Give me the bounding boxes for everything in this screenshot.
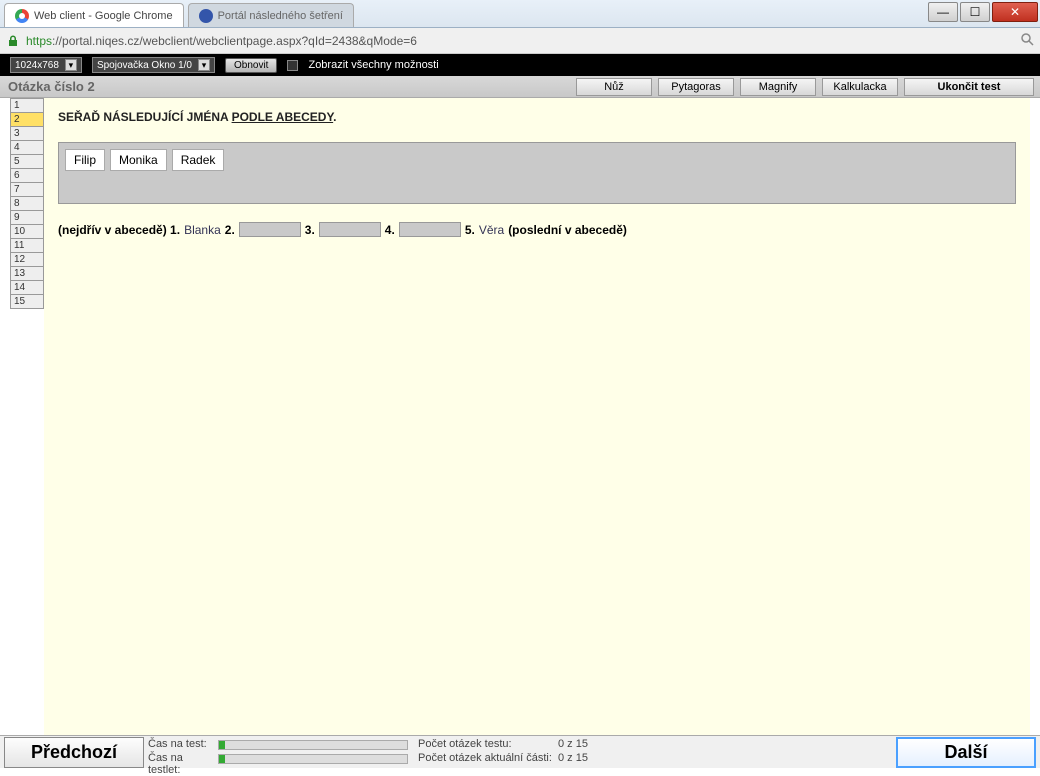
url-text[interactable]: https://portal.niqes.cz/webclient/webcli… xyxy=(26,34,417,48)
footer-bar: Předchozí Čas na test: Počet otázek test… xyxy=(0,735,1040,768)
question-nav-item[interactable]: 6 xyxy=(11,169,44,183)
name-chip[interactable]: Radek xyxy=(172,149,225,171)
question-nav-item[interactable]: 13 xyxy=(11,267,44,281)
window-select[interactable]: Spojovačka Okno 1/0 ▾ xyxy=(92,57,215,73)
window-select-value: Spojovačka Okno 1/0 xyxy=(97,60,192,71)
instruction-text: SEŘAĎ NÁSLEDUJÍCÍ JMÉNA PODLE ABECEDY. xyxy=(58,110,1016,124)
question-nav-item[interactable]: 11 xyxy=(11,239,44,253)
refresh-button[interactable]: Obnovit xyxy=(225,58,277,73)
question-nav-item[interactable]: 15 xyxy=(11,295,44,309)
page-header: Otázka číslo 2 Nůž Pytagoras Magnify Kal… xyxy=(0,76,1040,98)
tab-title: Portál následného šetření xyxy=(218,10,343,22)
address-bar: https://portal.niqes.cz/webclient/webcli… xyxy=(0,28,1040,54)
count-test-label: Počet otázek testu: xyxy=(418,738,558,750)
instruction-underlined: PODLE ABECEDY xyxy=(232,110,334,124)
name-chip-listbox: FilipMonikaRadek xyxy=(58,142,1016,204)
generic-favicon xyxy=(199,9,213,23)
question-nav-item[interactable]: 2 xyxy=(11,113,44,127)
show-all-checkbox[interactable] xyxy=(287,60,298,71)
time-testlet-fill xyxy=(219,755,225,763)
question-nav-item[interactable]: 4 xyxy=(11,141,44,155)
question-nav: 123456789101112131415 xyxy=(10,98,44,735)
count-test-value: 0 z 15 xyxy=(558,738,628,750)
count-part-value: 0 z 15 xyxy=(558,752,628,776)
answer-line: (nejdřív v abecedě) 1. Blanka 2. 3. 4. 5… xyxy=(58,222,1016,237)
tab-title: Web client - Google Chrome xyxy=(34,10,173,22)
app-toolbar: 1024x768 ▾ Spojovačka Okno 1/0 ▾ Obnovit… xyxy=(0,54,1040,76)
time-test-label: Čas na test: xyxy=(148,738,218,750)
drop-slot-4[interactable] xyxy=(399,222,461,237)
question-title: Otázka číslo 2 xyxy=(8,79,576,94)
question-nav-item[interactable]: 9 xyxy=(11,211,44,225)
show-all-label: Zobrazit všechny možnosti xyxy=(308,59,438,71)
answer-tail: (poslední v abecedě) xyxy=(508,223,627,237)
window-controls: — ☐ ✕ xyxy=(928,2,1038,22)
name-chip[interactable]: Filip xyxy=(65,149,105,171)
answer-num-5: 5. xyxy=(465,223,475,237)
answer-num-3: 3. xyxy=(305,223,315,237)
search-icon[interactable] xyxy=(1020,32,1034,49)
time-test-fill xyxy=(219,741,225,749)
browser-tab-active[interactable]: Web client - Google Chrome xyxy=(4,3,184,27)
main-area: 123456789101112131415 SEŘAĎ NÁSLEDUJÍCÍ … xyxy=(10,98,1030,735)
chevron-down-icon: ▾ xyxy=(65,59,77,71)
answer-lead: (nejdřív v abecedě) 1. xyxy=(58,223,180,237)
maximize-button[interactable]: ☐ xyxy=(960,2,990,22)
instruction-suffix: . xyxy=(333,110,336,124)
answer-fixed-5: Věra xyxy=(479,223,504,237)
window-titlebar: Web client - Google Chrome Portál násled… xyxy=(0,0,1040,28)
question-nav-item[interactable]: 7 xyxy=(11,183,44,197)
lock-icon xyxy=(6,34,20,48)
time-testlet-bar xyxy=(218,754,408,764)
browser-tab-inactive[interactable]: Portál následného šetření xyxy=(188,3,354,27)
resolution-value: 1024x768 xyxy=(15,60,59,71)
minimize-button[interactable]: — xyxy=(928,2,958,22)
chrome-icon xyxy=(15,9,29,23)
question-nav-item[interactable]: 10 xyxy=(11,225,44,239)
tool-pytagoras-button[interactable]: Pytagoras xyxy=(658,78,734,96)
url-scheme: https xyxy=(26,34,52,48)
time-testlet-label: Čas na testlet: xyxy=(148,752,218,776)
tool-nuz-button[interactable]: Nůž xyxy=(576,78,652,96)
url-path: ://portal.niqes.cz/webclient/webclientpa… xyxy=(52,34,417,48)
question-nav-item[interactable]: 14 xyxy=(11,281,44,295)
tool-calculator-button[interactable]: Kalkulacka xyxy=(822,78,898,96)
question-content: SEŘAĎ NÁSLEDUJÍCÍ JMÉNA PODLE ABECEDY. F… xyxy=(44,98,1030,735)
next-button[interactable]: Další xyxy=(896,737,1036,768)
prev-button[interactable]: Předchozí xyxy=(4,737,144,768)
answer-fixed-1: Blanka xyxy=(184,223,221,237)
count-part-label: Počet otázek aktuální části: xyxy=(418,752,558,776)
question-nav-item[interactable]: 1 xyxy=(11,99,44,113)
drop-slot-3[interactable] xyxy=(319,222,381,237)
time-test-bar xyxy=(218,740,408,750)
question-nav-item[interactable]: 12 xyxy=(11,253,44,267)
question-nav-item[interactable]: 8 xyxy=(11,197,44,211)
question-nav-item[interactable]: 5 xyxy=(11,155,44,169)
answer-num-4: 4. xyxy=(385,223,395,237)
answer-num-2: 2. xyxy=(225,223,235,237)
stats-block: Čas na test: Počet otázek testu: 0 z 15 … xyxy=(148,736,628,776)
resolution-select[interactable]: 1024x768 ▾ xyxy=(10,57,82,73)
question-nav-item[interactable]: 3 xyxy=(11,127,44,141)
close-button[interactable]: ✕ xyxy=(992,2,1038,22)
end-test-button[interactable]: Ukončit test xyxy=(904,78,1034,96)
name-chip[interactable]: Monika xyxy=(110,149,167,171)
chevron-down-icon: ▾ xyxy=(198,59,210,71)
tool-magnify-button[interactable]: Magnify xyxy=(740,78,816,96)
instruction-prefix: SEŘAĎ NÁSLEDUJÍCÍ JMÉNA xyxy=(58,110,232,124)
drop-slot-2[interactable] xyxy=(239,222,301,237)
